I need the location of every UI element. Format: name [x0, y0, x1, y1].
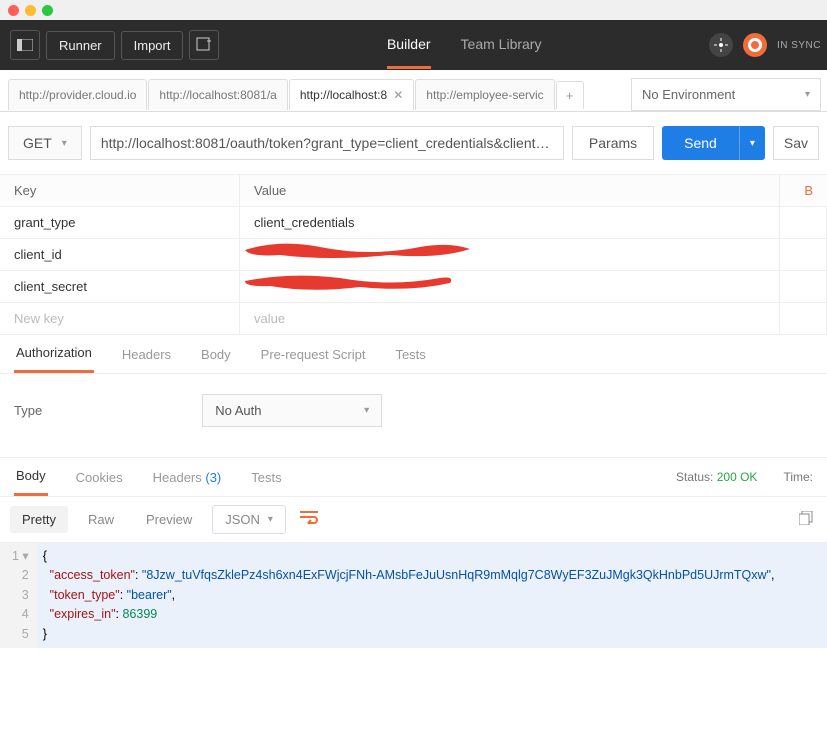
request-tab[interactable]: http://localhost:8✕ — [289, 79, 414, 110]
chevron-down-icon: ▾ — [268, 514, 273, 525]
column-header-key: Key — [0, 175, 240, 207]
tab-response-tests[interactable]: Tests — [249, 460, 283, 495]
request-tab[interactable]: http://localhost:8081/a — [148, 79, 287, 110]
tab-response-body[interactable]: Body — [14, 458, 48, 496]
params-button[interactable]: Params — [572, 126, 654, 160]
auth-type-select[interactable]: No Auth▾ — [202, 394, 382, 427]
tab-prerequest[interactable]: Pre-request Script — [259, 337, 368, 372]
toggle-sidebar-button[interactable] — [10, 30, 40, 60]
tab-authorization[interactable]: Authorization — [14, 335, 94, 373]
tab-team-library[interactable]: Team Library — [461, 22, 542, 69]
sync-status-label: IN SYNC — [777, 40, 821, 51]
tab-body[interactable]: Body — [199, 337, 233, 372]
send-dropdown[interactable]: ▾ — [739, 126, 765, 160]
request-tab[interactable]: http://employee-servic — [415, 79, 554, 110]
minimize-window-icon[interactable] — [25, 5, 36, 16]
request-line: GET▾ http://localhost:8081/oauth/token?g… — [0, 112, 827, 175]
new-tab-button[interactable] — [189, 30, 219, 60]
tab-builder[interactable]: Builder — [387, 22, 431, 69]
param-value-new[interactable]: value — [240, 303, 780, 335]
request-config-tabs: Authorization Headers Body Pre-request S… — [0, 335, 827, 374]
top-toolbar: Runner Import Builder Team Library IN SY… — [0, 20, 827, 70]
maximize-window-icon[interactable] — [42, 5, 53, 16]
environment-select[interactable]: No Environment▾ — [631, 78, 821, 111]
import-button[interactable]: Import — [121, 31, 184, 60]
request-tabs: http://provider.cloud.io http://localhos… — [0, 70, 631, 111]
auth-type-label: Type — [14, 403, 42, 418]
chevron-down-icon: ▾ — [364, 405, 369, 416]
param-value[interactable] — [240, 239, 780, 271]
param-key-new[interactable]: New key — [0, 303, 240, 335]
wrap-lines-icon[interactable] — [294, 510, 324, 529]
tab-response-cookies[interactable]: Cookies — [74, 460, 125, 495]
response-time: Time: — [783, 470, 813, 484]
param-key[interactable]: client_secret — [0, 271, 240, 303]
runner-button[interactable]: Runner — [46, 31, 115, 60]
response-body[interactable]: 1 ▾2345 { "access_token": "8Jzw_tuVfqsZk… — [0, 543, 827, 648]
close-window-icon[interactable] — [8, 5, 19, 16]
add-tab-button[interactable]: + — [556, 81, 584, 109]
method-select[interactable]: GET▾ — [8, 126, 82, 160]
view-preview[interactable]: Preview — [134, 506, 204, 533]
param-value[interactable]: client_credentials — [240, 207, 780, 239]
sync-status-icon[interactable] — [743, 33, 767, 57]
save-button[interactable]: Sav — [773, 126, 819, 160]
response-status: Status: 200 OK — [676, 470, 757, 484]
tab-response-headers[interactable]: Headers (3) — [151, 460, 224, 495]
param-value[interactable] — [240, 271, 780, 303]
request-tab[interactable]: http://provider.cloud.io — [8, 79, 147, 110]
close-icon[interactable]: ✕ — [393, 88, 403, 102]
interceptor-icon[interactable] — [709, 33, 733, 57]
view-raw[interactable]: Raw — [76, 506, 126, 533]
copy-icon[interactable] — [799, 511, 817, 528]
format-select[interactable]: JSON▾ — [212, 505, 286, 534]
tab-headers[interactable]: Headers — [120, 337, 173, 372]
response-toolbar: Pretty Raw Preview JSON▾ — [0, 497, 827, 543]
column-header-value: Value — [240, 175, 780, 207]
line-gutter: 1 ▾2345 — [0, 543, 37, 648]
param-key[interactable]: grant_type — [0, 207, 240, 239]
url-input[interactable]: http://localhost:8081/oauth/token?grant_… — [90, 126, 564, 160]
titlebar — [0, 0, 827, 20]
bulk-edit-button[interactable]: B — [780, 175, 827, 207]
chevron-down-icon: ▾ — [805, 89, 810, 100]
param-key[interactable]: client_id — [0, 239, 240, 271]
view-pretty[interactable]: Pretty — [10, 506, 68, 533]
response-tabs: Body Cookies Headers (3) Tests Status: 2… — [0, 458, 827, 497]
auth-section: Type No Auth▾ — [0, 374, 827, 458]
send-button[interactable]: Send ▾ — [662, 126, 765, 160]
tab-tests[interactable]: Tests — [393, 337, 427, 372]
params-table: Key Value B grant_type client_credential… — [0, 175, 827, 335]
chevron-down-icon: ▾ — [62, 138, 67, 149]
